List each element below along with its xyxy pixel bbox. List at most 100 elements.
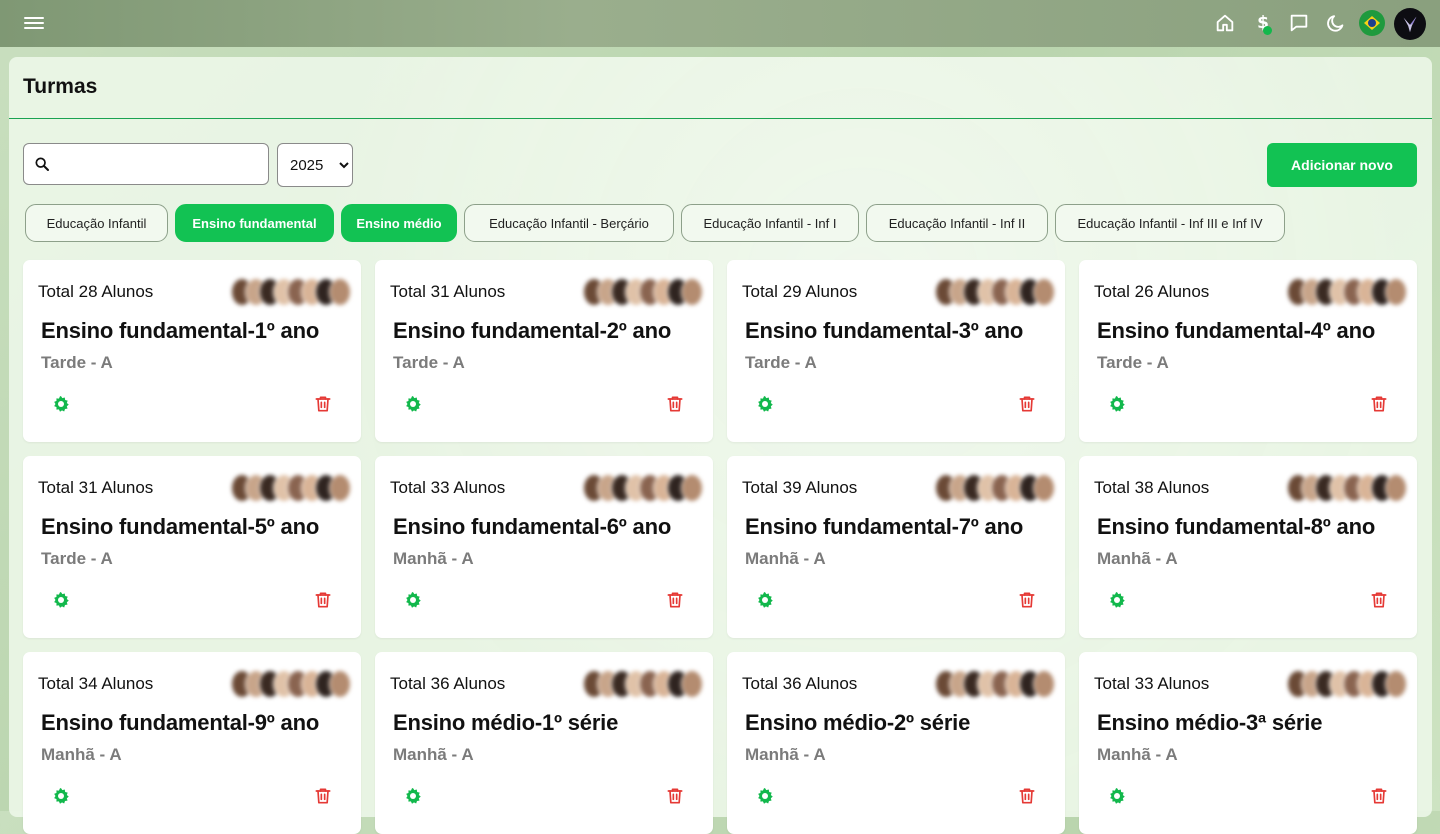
filter-chip-label: Educação Infantil - Inf III e Inf IV — [1077, 215, 1263, 231]
settings-gear-icon[interactable] — [755, 394, 775, 414]
chat-icon[interactable] — [1288, 12, 1310, 34]
delete-trash-icon[interactable] — [1017, 590, 1037, 610]
student-total: Total 29 Alunos — [742, 282, 858, 301]
settings-gear-icon[interactable] — [51, 590, 71, 610]
delete-trash-icon[interactable] — [1369, 590, 1389, 610]
class-card[interactable]: Total 31 Alunos Ensino fundamental-2º an… — [375, 260, 713, 442]
settings-gear-icon[interactable] — [403, 590, 423, 610]
brazil-flag-icon[interactable] — [1359, 10, 1385, 36]
class-name: Ensino fundamental-7º ano — [745, 514, 1024, 539]
class-shift: Tarde - A — [745, 353, 817, 372]
filter-chip-label: Educação Infantil - Inf II — [888, 215, 1026, 231]
search-box[interactable] — [23, 143, 269, 185]
student-total: Total 26 Alunos — [1094, 282, 1210, 301]
student-avatars — [583, 278, 703, 306]
home-icon[interactable] — [1214, 12, 1236, 34]
student-total: Total 38 Alunos — [1094, 478, 1210, 497]
settings-gear-icon[interactable] — [51, 394, 71, 414]
student-avatars — [1287, 474, 1407, 502]
delete-trash-icon[interactable] — [313, 590, 333, 610]
student-total: Total 34 Alunos — [38, 674, 154, 693]
filter-chip[interactable]: Ensino fundamental — [175, 204, 334, 242]
class-card[interactable]: Total 33 Alunos Ensino fundamental-6º an… — [375, 456, 713, 638]
settings-gear-icon[interactable] — [403, 394, 423, 414]
student-total: Total 36 Alunos — [390, 674, 506, 693]
settings-gear-icon[interactable] — [51, 786, 71, 806]
class-shift: Manhã - A — [1097, 549, 1178, 568]
class-card[interactable]: Total 36 Alunos Ensino médio-1º série Ma… — [375, 652, 713, 834]
settings-gear-icon[interactable] — [1107, 786, 1127, 806]
student-total: Total 33 Alunos — [390, 478, 506, 497]
moon-icon[interactable] — [1325, 12, 1347, 34]
delete-trash-icon[interactable] — [313, 394, 333, 414]
settings-gear-icon[interactable] — [755, 590, 775, 610]
settings-gear-icon[interactable] — [1107, 590, 1127, 610]
filter-chip[interactable]: Educação Infantil — [25, 204, 168, 242]
delete-trash-icon[interactable] — [665, 786, 685, 806]
class-name: Ensino fundamental-2º ano — [393, 318, 672, 343]
class-name: Ensino fundamental-8º ano — [1097, 514, 1376, 539]
class-shift: Tarde - A — [393, 353, 465, 372]
student-total: Total 28 Alunos — [38, 282, 154, 301]
delete-trash-icon[interactable] — [665, 590, 685, 610]
student-avatars — [935, 278, 1055, 306]
filter-chip[interactable]: Educação Infantil - Inf III e Inf IV — [1055, 204, 1285, 242]
delete-trash-icon[interactable] — [313, 786, 333, 806]
class-name: Ensino fundamental-9º ano — [41, 710, 320, 735]
menu-icon[interactable] — [24, 14, 44, 32]
class-shift: Tarde - A — [41, 549, 113, 568]
search-icon — [35, 157, 49, 171]
student-avatars — [935, 670, 1055, 698]
class-card[interactable]: Total 29 Alunos Ensino fundamental-3º an… — [727, 260, 1065, 442]
student-avatars — [231, 278, 351, 306]
class-card[interactable]: Total 36 Alunos Ensino médio-2º série Ma… — [727, 652, 1065, 834]
student-avatars — [231, 670, 351, 698]
classes-panel: Turmas 2025 Adicionar novo Educação Infa… — [9, 57, 1432, 834]
hummingbird-logo-icon — [1403, 16, 1417, 33]
class-name: Ensino fundamental-6º ano — [393, 514, 672, 539]
class-card[interactable]: Total 38 Alunos Ensino fundamental-8º an… — [1079, 456, 1417, 638]
filter-chip-label: Educação Infantil — [46, 215, 147, 231]
class-card[interactable]: Total 28 Alunos Ensino fundamental-1º an… — [23, 260, 361, 442]
settings-gear-icon[interactable] — [755, 786, 775, 806]
filter-chip[interactable]: Educação Infantil - Inf II — [866, 204, 1048, 242]
dollar-icon[interactable]: $ — [1252, 12, 1274, 35]
delete-trash-icon[interactable] — [1369, 394, 1389, 414]
class-name: Ensino fundamental-5º ano — [41, 514, 320, 539]
student-avatars — [1287, 670, 1407, 698]
student-total: Total 36 Alunos — [742, 674, 858, 693]
student-avatars — [583, 670, 703, 698]
delete-trash-icon[interactable] — [1369, 786, 1389, 806]
delete-trash-icon[interactable] — [1017, 394, 1037, 414]
user-avatar[interactable] — [1394, 8, 1426, 40]
student-total: Total 33 Alunos — [1094, 674, 1210, 693]
filter-chip-label: Educação Infantil - Berçário — [489, 215, 649, 231]
class-name: Ensino fundamental-1º ano — [41, 318, 320, 343]
class-name: Ensino médio-1º série — [393, 710, 619, 735]
class-shift: Manhã - A — [745, 549, 826, 568]
student-total: Total 39 Alunos — [742, 478, 858, 497]
class-card[interactable]: Total 26 Alunos Ensino fundamental-4º an… — [1079, 260, 1417, 442]
filter-chip[interactable]: Ensino médio — [341, 204, 457, 242]
page-title: Turmas — [23, 75, 98, 98]
settings-gear-icon[interactable] — [1107, 394, 1127, 414]
student-avatars — [583, 474, 703, 502]
filter-chip[interactable]: Educação Infantil - Berçário — [464, 204, 674, 242]
class-shift: Manhã - A — [745, 745, 826, 764]
class-card[interactable]: Total 33 Alunos Ensino médio-3ª série Ma… — [1079, 652, 1417, 834]
class-shift: Manhã - A — [393, 549, 474, 568]
top-bar: $ — [0, 0, 1440, 47]
filter-chip-label: Ensino médio — [356, 215, 442, 231]
delete-trash-icon[interactable] — [665, 394, 685, 414]
delete-trash-icon[interactable] — [1017, 786, 1037, 806]
class-shift: Manhã - A — [393, 745, 474, 764]
filter-chip[interactable]: Educação Infantil - Inf I — [681, 204, 859, 242]
settings-gear-icon[interactable] — [403, 786, 423, 806]
year-select[interactable]: 2025 — [277, 143, 353, 187]
class-shift: Tarde - A — [41, 353, 113, 372]
add-new-button[interactable]: Adicionar novo — [1267, 143, 1417, 187]
class-card[interactable]: Total 39 Alunos Ensino fundamental-7º an… — [727, 456, 1065, 638]
search-input[interactable] — [56, 146, 265, 184]
class-card[interactable]: Total 31 Alunos Ensino fundamental-5º an… — [23, 456, 361, 638]
class-card[interactable]: Total 34 Alunos Ensino fundamental-9º an… — [23, 652, 361, 834]
